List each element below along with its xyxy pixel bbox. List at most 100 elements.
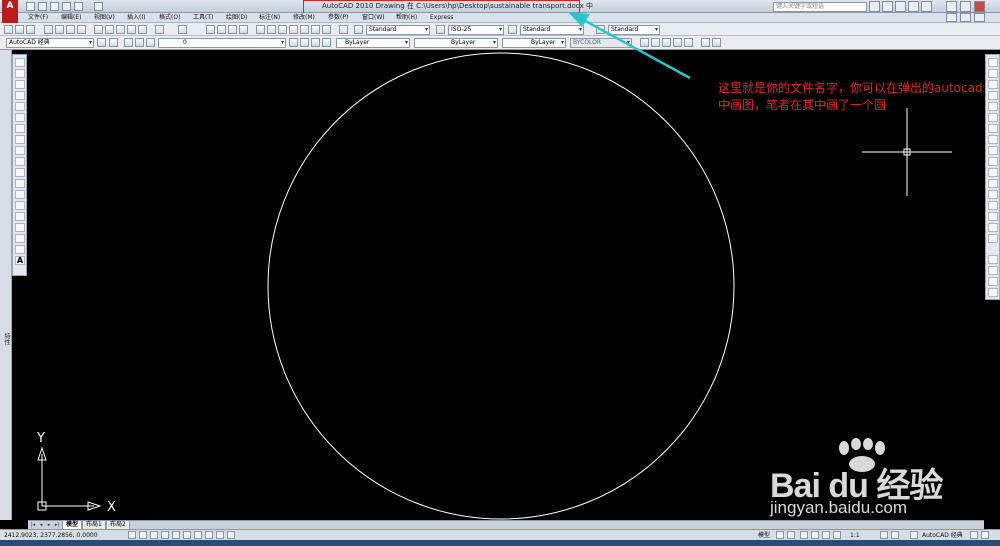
lock-toolbar-icon[interactable] [970, 531, 978, 539]
help-toolbar-icon[interactable] [339, 25, 348, 34]
subscription-icon[interactable] [882, 1, 893, 12]
match-properties-icon[interactable] [127, 25, 136, 34]
realistic-icon[interactable] [662, 38, 671, 47]
menu-item-insert[interactable]: 插入(I) [127, 13, 145, 23]
close-icon[interactable] [974, 1, 985, 12]
doc-minimize-icon[interactable] [946, 13, 957, 22]
layer-iso-icon[interactable] [311, 38, 320, 47]
menu-item-express[interactable]: Express [430, 13, 453, 23]
color-select[interactable]: ByLayer [336, 38, 410, 48]
table-icon[interactable] [15, 245, 25, 254]
publish-icon[interactable] [66, 25, 75, 34]
search-input[interactable]: 键入关键字或短语 [773, 2, 867, 12]
copy-icon[interactable] [105, 25, 114, 34]
doc-restore-icon[interactable] [960, 13, 971, 22]
dynamic-input-icon[interactable] [205, 531, 213, 539]
sheet-set-icon[interactable] [289, 25, 298, 34]
polyline-icon[interactable] [15, 80, 25, 89]
zoom-previous-icon[interactable] [239, 25, 248, 34]
explode-icon[interactable] [988, 234, 998, 243]
break-at-point-icon[interactable] [988, 179, 998, 188]
ortho-mode-icon[interactable] [150, 531, 158, 539]
conceptual-icon[interactable] [673, 38, 682, 47]
copy-object-icon[interactable] [988, 69, 998, 78]
undo-icon[interactable] [62, 2, 71, 11]
open-file-icon[interactable] [38, 2, 47, 11]
restore-icon[interactable] [960, 1, 971, 12]
auto-scale-icon[interactable] [891, 531, 899, 539]
bring-to-front-icon[interactable] [988, 266, 998, 275]
save-icon[interactable] [50, 2, 59, 11]
new-file-icon[interactable] [26, 2, 35, 11]
multileader-style-icon[interactable] [596, 25, 605, 34]
search-icon[interactable] [869, 1, 880, 12]
break-icon[interactable] [988, 190, 998, 199]
first-tab-icon[interactable]: |◂ [30, 522, 36, 529]
layer-freeze-sun-icon[interactable] [135, 38, 144, 47]
orbit-icon[interactable] [684, 38, 693, 47]
zoom-window-icon[interactable] [228, 25, 237, 34]
construction-line-icon[interactable] [15, 69, 25, 78]
text-style-select[interactable]: Standard [366, 25, 430, 35]
application-menu-icon[interactable] [2, 13, 18, 23]
snap-mode-icon[interactable] [128, 531, 136, 539]
favorites-star-icon[interactable] [908, 1, 919, 12]
arc-icon[interactable] [15, 113, 25, 122]
workspace-status[interactable]: AutoCAD 经典 [922, 531, 963, 540]
doc-close-icon[interactable] [974, 13, 985, 22]
rotate-icon[interactable] [988, 124, 998, 133]
text-to-front-icon[interactable] [988, 288, 998, 297]
save-toolbar-icon[interactable] [26, 25, 35, 34]
shaded-icon[interactable] [651, 38, 660, 47]
lineweight-select[interactable]: ByLayer [502, 38, 566, 48]
menu-item-dimension[interactable]: 标注(N) [259, 13, 280, 23]
menu-item-format[interactable]: 格式(O) [159, 13, 180, 23]
layer-state-lightbulb-icon[interactable] [124, 38, 133, 47]
draw-order-icon[interactable] [988, 255, 998, 264]
region-icon[interactable] [15, 234, 25, 243]
plot-icon[interactable] [94, 2, 103, 11]
paste-icon[interactable] [116, 25, 125, 34]
print-preview-icon[interactable] [55, 25, 64, 34]
polygon-icon[interactable] [15, 91, 25, 100]
zoom-realtime-icon[interactable] [217, 25, 226, 34]
named-views-icon[interactable] [712, 38, 721, 47]
drawn-circle[interactable] [267, 52, 735, 520]
table-style-select[interactable]: Standard [520, 25, 584, 35]
redo-icon[interactable] [74, 2, 83, 11]
annotation-visibility-icon[interactable] [880, 531, 888, 539]
layer-lock-icon[interactable] [146, 38, 155, 47]
send-to-back-icon[interactable] [988, 277, 998, 286]
model-space-label[interactable]: 模型 [758, 531, 770, 540]
menu-item-file[interactable]: 文件(F) [28, 13, 48, 23]
insert-block-icon[interactable] [15, 179, 25, 188]
menu-item-modify[interactable]: 修改(M) [293, 13, 315, 23]
block-editor-icon[interactable] [138, 25, 147, 34]
stretch-icon[interactable] [988, 146, 998, 155]
line-tool-icon[interactable] [15, 58, 25, 67]
extend-icon[interactable] [988, 168, 998, 177]
properties-palette-strip[interactable]: 特性 [0, 50, 12, 520]
menu-item-window[interactable]: 窗口(W) [362, 13, 385, 23]
help-icon[interactable] [921, 1, 932, 12]
ellipse-icon[interactable] [15, 157, 25, 166]
pan-icon[interactable] [206, 25, 215, 34]
minimize-icon[interactable] [946, 1, 957, 12]
workspace-settings-icon[interactable] [97, 38, 106, 47]
hatch-icon[interactable] [15, 212, 25, 221]
text-style-icon[interactable] [354, 25, 363, 34]
mirror-icon[interactable] [988, 80, 998, 89]
clean-screen-icon[interactable] [981, 531, 989, 539]
showmotion-icon[interactable] [833, 531, 841, 539]
ellipse-arc-icon[interactable] [15, 168, 25, 177]
workspace-select[interactable]: AutoCAD 经典 [6, 38, 94, 48]
spline-icon[interactable] [15, 146, 25, 155]
markup-icon[interactable] [300, 25, 309, 34]
properties-icon[interactable] [256, 25, 265, 34]
menu-item-edit[interactable]: 编辑(E) [61, 13, 81, 23]
join-icon[interactable] [988, 201, 998, 210]
layer-select[interactable]: 0 [158, 38, 286, 48]
autocad-logo-icon[interactable]: A [2, 0, 18, 13]
dim-style-icon[interactable] [436, 25, 445, 34]
erase-icon[interactable] [988, 58, 998, 67]
